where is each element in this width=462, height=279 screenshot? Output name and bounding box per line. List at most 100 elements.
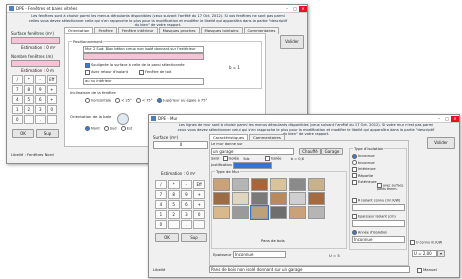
wall-type-tile[interactable] [232,192,249,205]
surface-input[interactable]: 0 [153,141,208,149]
garage-button[interactable]: Garage [321,148,343,155]
radio-selected-icon[interactable] [352,153,357,159]
keypad-key[interactable]: 7 [12,85,23,94]
keypad-key[interactable]: / [12,75,23,84]
ok-button[interactable]: OK [12,129,34,138]
keypad-key[interactable]: 5 [167,200,180,209]
maximize-icon[interactable]: □ [443,116,451,122]
keypad-key[interactable]: 2 [167,210,180,219]
libelle-input[interactable]: Pans de bois non isolé donnant sur un ga… [209,266,410,273]
checkbox-icon[interactable] [410,240,415,245]
keypad-key[interactable]: . [35,115,46,124]
keypad-key[interactable]: 0 [12,115,23,124]
wall-type-tile[interactable] [213,206,230,219]
keypad-key[interactable]: 4 [12,95,23,104]
radio-selected-icon[interactable] [352,230,357,235]
surface-input[interactable] [11,37,60,44]
nu-interieur-select[interactable]: au nu intérieur [83,78,204,85]
wall-type-tile[interactable] [232,206,249,219]
position-select[interactable]: Mur 2 Sud: Bloc béton creux non isolé do… [83,46,204,53]
keypad-key[interactable]: - [180,180,193,189]
soulignee-checkbox[interactable]: Soulignée la surface à celle de la paroi… [85,62,185,68]
keypad-key[interactable]: - [35,75,46,84]
justification-select[interactable] [233,162,272,169]
wall-type-tile[interactable] [232,178,249,191]
checkbox-icon[interactable] [352,198,357,203]
wall-type-tile[interactable] [289,192,306,205]
checkbox-icon[interactable] [352,214,357,219]
valider-button[interactable]: Valider [427,137,455,149]
keypad-key[interactable]: 3 [180,210,193,219]
keypad-key[interactable]: 2 [23,105,34,114]
keypad-key[interactable]: + [46,95,57,104]
wall-type-tile[interactable] [308,206,325,219]
u-final-field[interactable]: U = 2,00 [412,250,437,257]
chauffe-button[interactable]: Chauffé [299,148,321,155]
keypad-key[interactable] [23,115,34,124]
keypad-key[interactable]: 5 [23,95,34,104]
checkbox-icon[interactable] [352,166,357,172]
keypad-key[interactable]: + [46,85,57,94]
epaisseur-select[interactable]: Inconnue [233,251,286,258]
keypad-key[interactable]: 9 [35,85,46,94]
radio-icon[interactable] [115,98,121,103]
radio-icon[interactable] [85,98,90,103]
keypad-key[interactable]: 6 [180,200,193,209]
keypad-key[interactable]: * [167,180,180,189]
minimize-icon[interactable]: – [435,116,443,122]
u-spin-button[interactable]: ▾ [437,250,445,257]
minimize-icon[interactable]: – [283,6,291,12]
radio-selected-icon[interactable] [156,98,162,103]
wall-type-tile[interactable] [213,178,230,191]
keypad-key[interactable]: Eff [193,180,205,189]
keypad-key[interactable] [46,115,57,124]
checkbox-checked-icon[interactable] [85,62,90,68]
wall-type-tile[interactable] [250,205,269,220]
radio-icon[interactable] [120,126,126,131]
checkbox-icon[interactable] [85,69,90,75]
keypad-key[interactable]: 6 [35,95,46,104]
epaisseur-isolant-input[interactable] [352,220,405,227]
keypad-key[interactable]: 8 [23,85,34,94]
keypad-key[interactable]: * [23,75,34,84]
wall-type-tile[interactable] [270,178,287,191]
close-icon[interactable]: ✕ [451,115,459,122]
count-input[interactable] [11,60,60,67]
keypad-key[interactable]: + [193,190,205,199]
wall-type-tile[interactable] [289,206,306,219]
keypad-key[interactable]: 0 [193,210,205,219]
checkbox-icon[interactable] [264,156,270,161]
keypad-key[interactable]: 1 [155,210,167,219]
radio-icon[interactable] [103,126,109,131]
keypad-key[interactable]: 7 [155,190,167,199]
keypad-key[interactable]: / [155,180,167,189]
radio-icon[interactable] [352,160,357,165]
r-isolant-input[interactable] [352,204,405,211]
wall-type-tile[interactable] [270,192,287,205]
radio-icon[interactable] [135,98,141,103]
checkbox-icon[interactable] [352,179,357,185]
close-icon[interactable]: ✕ [299,5,307,12]
annee-select[interactable]: Inconnue [352,236,405,243]
fenetres-toit-checkbox[interactable]: Fenêtre de toit [139,69,171,75]
ok-button[interactable]: OK [155,233,179,242]
keypad-key[interactable]: + [193,200,205,209]
checkbox-icon[interactable] [222,156,228,161]
radio-selected-icon[interactable] [85,126,90,131]
wall-type-tile[interactable] [270,206,287,219]
keypad-key[interactable]: Eff [46,75,57,84]
wall-type-tile[interactable] [289,178,306,191]
keypad-key[interactable]: . [180,220,193,229]
wall-type-tile[interactable] [308,192,325,205]
checkbox-icon[interactable] [417,267,422,273]
position-pink-field[interactable] [83,53,204,60]
manuel-checkbox[interactable]: Manuel [417,267,437,273]
wall-type-tile[interactable] [251,192,268,205]
keypad-key[interactable]: 3 [35,105,46,114]
mur-donne-select[interactable]: un garage [211,148,294,155]
keypad-key[interactable]: 9 [180,190,193,199]
checkbox-icon[interactable] [139,69,144,75]
checkbox-icon[interactable] [352,173,357,178]
sup-button[interactable]: Sup [36,129,59,138]
keypad-key[interactable] [167,220,180,229]
